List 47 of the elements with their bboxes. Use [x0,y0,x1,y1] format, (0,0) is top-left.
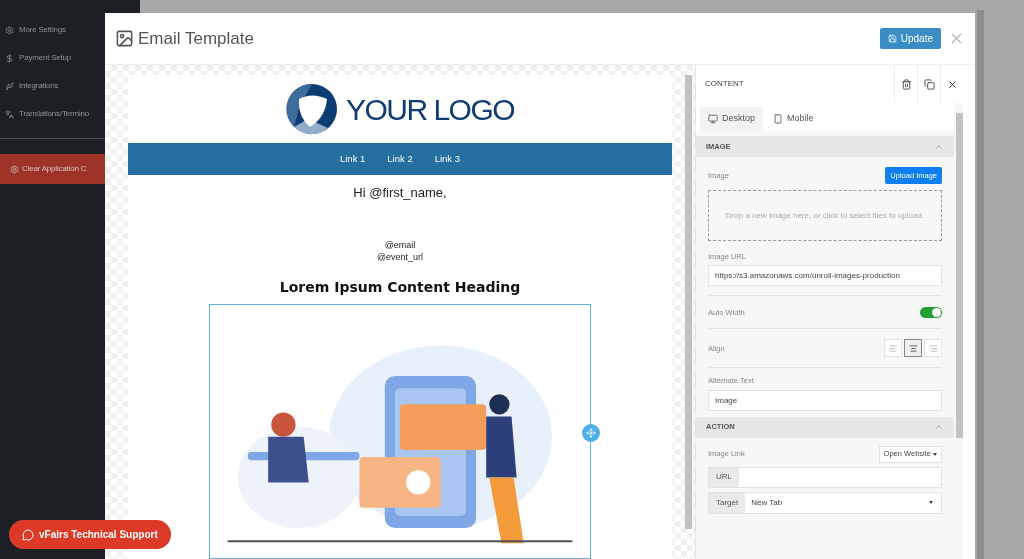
panel-title: CONTENT [704,78,745,90]
translate-icon [5,109,14,119]
logo-text: YOUR LOGO [345,91,515,128]
dollar-icon [5,53,14,63]
sidebar-item[interactable]: Payment Setup [19,52,72,64]
device-tab[interactable]: Desktop [700,107,764,131]
target-value: New Tab [750,496,784,509]
nav-link[interactable]: Link 3 [434,151,461,167]
logo-icon [285,83,338,135]
alternate-text-field[interactable]: Image [708,389,942,411]
caret-icon [929,501,933,504]
gear-icon [5,25,14,35]
align-left-icon [888,343,898,353]
move-icon [586,427,596,438]
save-icon [887,34,897,43]
copy-icon[interactable] [923,78,935,90]
content-heading: Lorem Ipsum Content Heading [279,277,521,297]
sidebar-item[interactable]: Integrations [19,80,59,92]
image-url-field[interactable]: https://s3.amazonaws.com/unroll-images-production [708,265,942,287]
support-button[interactable]: vFairs Technical Support [9,520,171,549]
nav-link[interactable]: Link 2 [387,151,413,167]
url-addon: URL [709,467,739,487]
greeting: Hi @first_name, [353,184,447,202]
mobile-icon [773,114,784,124]
gear-icon [10,164,19,174]
align-button[interactable] [904,339,922,358]
modal-title: Email Template [138,27,254,50]
target-select[interactable]: Target New Tab [708,491,942,514]
sidebar-item[interactable]: More Settings [19,24,66,36]
nav-link[interactable]: Link 1 [339,151,366,167]
trash-icon[interactable] [900,78,912,90]
target-addon: Target [709,492,746,513]
usb-icon [5,81,14,91]
desktop-icon [708,114,718,124]
update-button[interactable]: Update [879,28,941,49]
url-field[interactable]: URL [708,466,942,488]
merge-field: @event_url [376,250,424,263]
chevron-up-icon [934,422,944,432]
caret-icon [933,452,937,456]
sidebar-item[interactable]: Translations/Termino [19,108,89,120]
align-right-icon [928,343,938,353]
close-icon[interactable] [946,78,958,90]
image-icon [115,29,134,48]
toggle-switch[interactable] [920,306,942,318]
align-center-icon [908,343,918,353]
chat-icon [22,528,34,541]
merge-field: @email [384,238,416,251]
